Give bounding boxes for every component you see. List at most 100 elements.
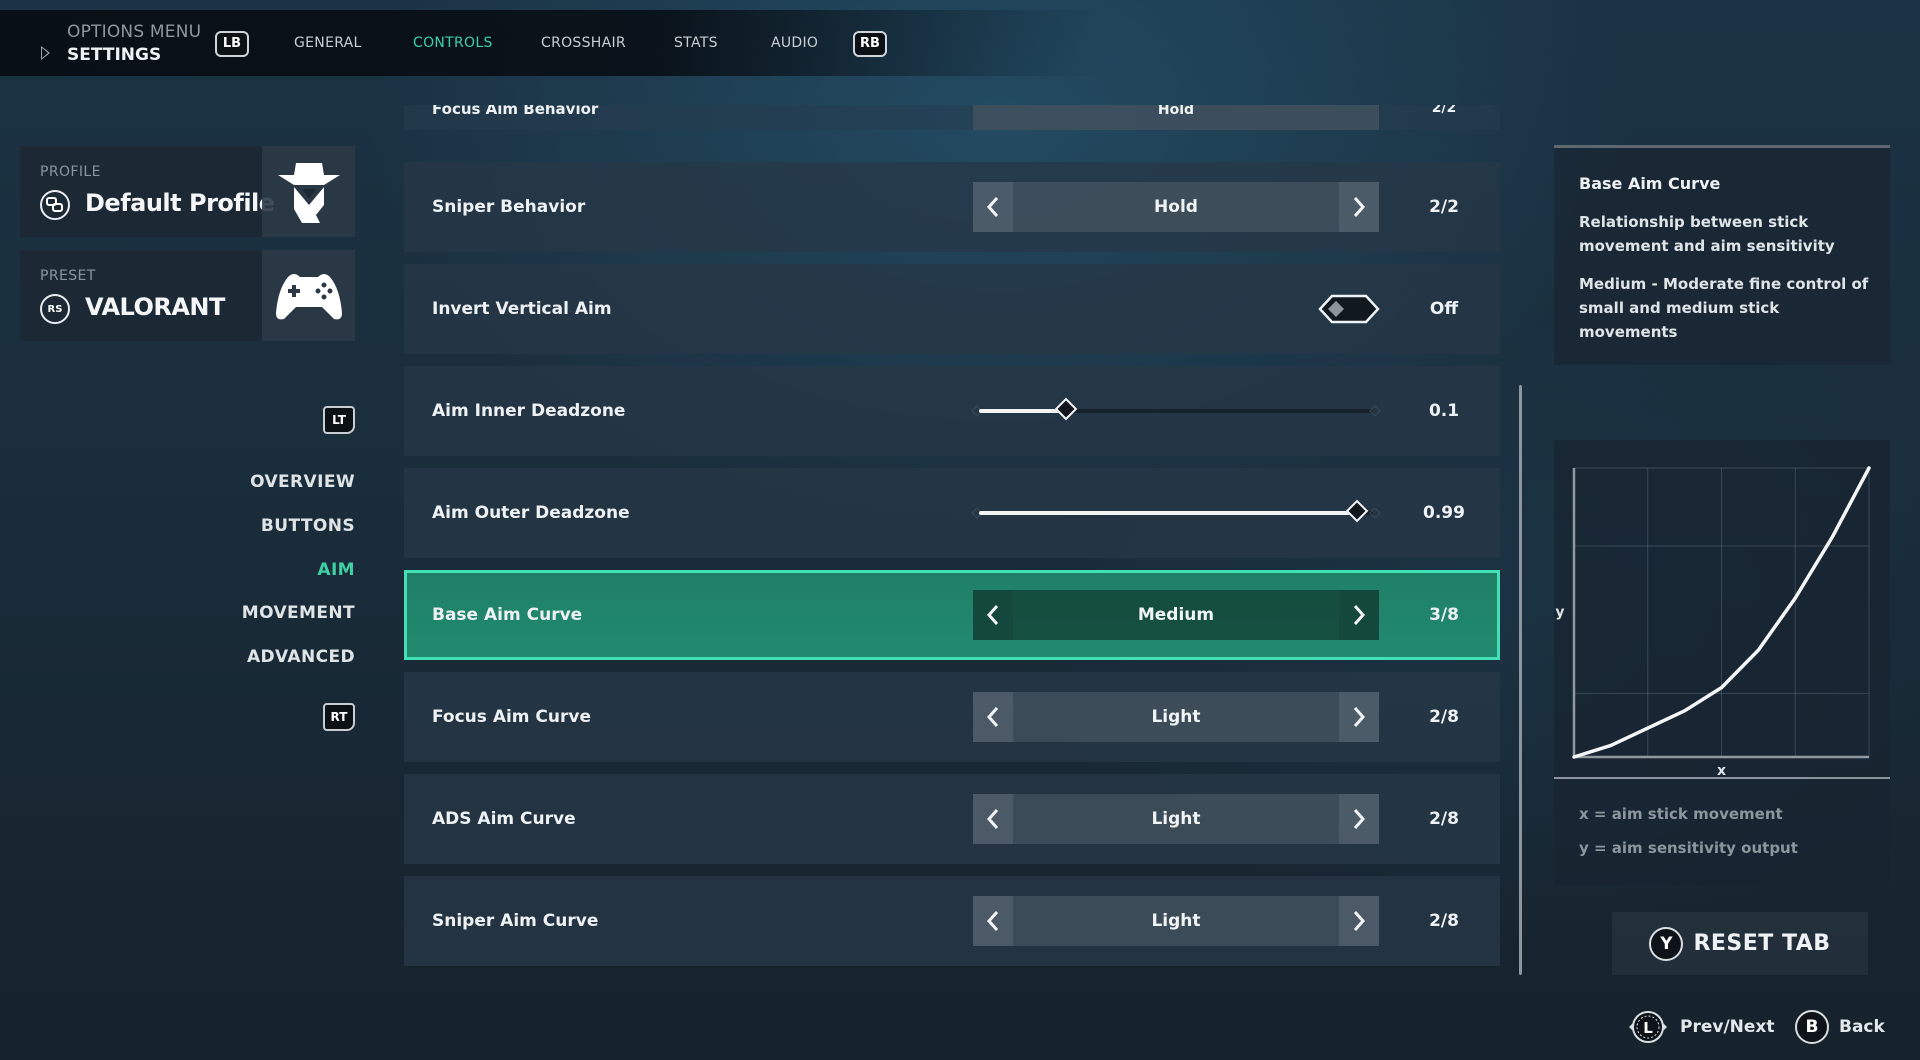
chevron-left-icon[interactable] <box>973 896 1013 946</box>
breadcrumb-parent: OPTIONS MENU <box>67 22 202 42</box>
settings-row-invert-vertical-aim[interactable]: Invert Vertical Aim Off <box>404 264 1500 354</box>
back-label: Back <box>1839 1017 1885 1037</box>
settings-row-sniper-aim-curve[interactable]: Sniper Aim Curve Light 2/8 <box>404 876 1500 966</box>
slider-fill <box>979 511 1358 515</box>
row-label: Invert Vertical Aim <box>432 299 612 319</box>
agent-hat-icon <box>262 146 355 237</box>
row-label: ADS Aim Curve <box>432 809 576 829</box>
option-selector[interactable]: Hold <box>973 182 1379 232</box>
profile-switch-icon <box>40 190 70 220</box>
option-selector[interactable]: Light <box>973 692 1379 742</box>
reset-tab-label: RESET TAB <box>1693 931 1831 956</box>
settings-row-aim-inner-deadzone[interactable]: Aim Inner Deadzone 0.1 <box>404 366 1500 456</box>
tab-stats[interactable]: STATS <box>674 35 718 51</box>
chart-legend-y: y = aim sensitivity output <box>1579 839 1798 857</box>
selector-value: Hold <box>1154 197 1198 217</box>
row-selector: Hold <box>973 102 1379 130</box>
slider[interactable] <box>971 397 1381 421</box>
row-count: 2/2 <box>1431 100 1457 116</box>
row-label: Sniper Aim Curve <box>432 911 599 931</box>
prev-next-hint[interactable]: L Prev/Next <box>1626 1010 1775 1044</box>
chevron-left-icon[interactable] <box>973 590 1013 640</box>
selector-value: Hold <box>1157 102 1195 118</box>
reset-tab-button[interactable]: Y RESET TAB <box>1612 912 1868 975</box>
option-selector[interactable]: Medium <box>973 590 1379 640</box>
prev-next-label: Prev/Next <box>1680 1017 1775 1037</box>
y-axis-label: y <box>1555 605 1564 621</box>
aim-curve-chart-panel: xy x = aim stick movement y = aim sensit… <box>1554 440 1890 885</box>
rs-button-icon: RS <box>40 294 70 324</box>
row-label: Focus Aim Behavior <box>432 100 599 118</box>
left-stick-icon: L <box>1629 1011 1667 1043</box>
slider-handle[interactable] <box>1054 397 1077 421</box>
tab-general[interactable]: GENERAL <box>294 35 362 51</box>
slider-handle[interactable] <box>1345 499 1369 523</box>
toggle-state: Off <box>1429 299 1459 319</box>
chevron-right-icon[interactable] <box>1339 794 1379 844</box>
preset-card[interactable]: PRESET RS VALORANT <box>20 250 355 341</box>
settings-row-base-aim-curve[interactable]: Base Aim Curve Medium 3/8 <box>404 570 1500 660</box>
l-stick-letter: L <box>1643 1019 1653 1037</box>
slider-value: 0.1 <box>1428 401 1460 421</box>
profile-label: PROFILE <box>40 164 101 180</box>
chevron-left-icon[interactable] <box>973 182 1013 232</box>
slider[interactable] <box>971 499 1381 523</box>
settings-row-ads-aim-curve[interactable]: ADS Aim Curve Light 2/8 <box>404 774 1500 864</box>
chevron-right-icon[interactable] <box>1339 590 1379 640</box>
row-label: Base Aim Curve <box>432 605 583 625</box>
breadcrumb-current: SETTINGS <box>67 45 162 65</box>
chevron-right-icon[interactable] <box>1339 896 1379 946</box>
gamepad-icon <box>262 250 355 341</box>
settings-row-aim-outer-deadzone[interactable]: Aim Outer Deadzone 0.99 <box>404 468 1500 558</box>
row-label: Aim Outer Deadzone <box>432 503 630 523</box>
row-label: Sniper Behavior <box>432 197 586 217</box>
chevron-left-icon[interactable] <box>973 794 1013 844</box>
option-selector[interactable]: Light <box>973 794 1379 844</box>
settings-scrollbar[interactable] <box>1519 385 1522 975</box>
rb-bumper-icon[interactable]: RB <box>853 31 887 57</box>
info-panel: Base Aim Curve Relationship between stic… <box>1554 145 1890 365</box>
selector-value: Light <box>1151 911 1201 931</box>
option-count: 2/2 <box>1429 197 1459 217</box>
tab-controls[interactable]: CONTROLS <box>413 35 493 51</box>
chevron-right-icon[interactable] <box>1339 692 1379 742</box>
chart-legend-x: x = aim stick movement <box>1579 805 1783 823</box>
subnav-buttons[interactable]: BUTTONS <box>261 516 355 536</box>
option-selector[interactable]: Light <box>973 896 1379 946</box>
preset-label: PRESET <box>40 268 96 284</box>
y-button-icon: Y <box>1649 926 1684 961</box>
preset-name: VALORANT <box>85 293 225 321</box>
subnav-aim[interactable]: AIM <box>317 560 355 580</box>
tab-crosshair[interactable]: CROSSHAIR <box>541 35 626 51</box>
option-count: 2/8 <box>1429 809 1459 829</box>
subnav-overview[interactable]: OVERVIEW <box>250 472 355 492</box>
tab-audio[interactable]: AUDIO <box>771 35 818 51</box>
b-button-icon: B <box>1795 1010 1829 1044</box>
info-detail: Medium - Moderate fine control of small … <box>1579 275 1869 341</box>
slider-fill <box>979 409 1066 413</box>
row-label: Focus Aim Curve <box>432 707 592 727</box>
lb-bumper-icon[interactable]: LB <box>215 31 249 57</box>
subnav-advanced[interactable]: ADVANCED <box>247 647 355 667</box>
row-label: Aim Inner Deadzone <box>432 401 626 421</box>
lt-trigger-icon[interactable]: LT <box>323 406 355 434</box>
profile-card[interactable]: PROFILE Default Profile <box>20 146 355 237</box>
back-hint[interactable]: B Back <box>1795 1010 1885 1044</box>
selector-value: Light <box>1151 809 1201 829</box>
subnav-movement[interactable]: MOVEMENT <box>242 603 355 623</box>
selector-value: Light <box>1151 707 1201 727</box>
settings-row-sniper-behavior[interactable]: Sniper Behavior Hold 2/2 <box>404 162 1500 252</box>
breadcrumb-arrow-icon <box>41 46 50 60</box>
slider-max-marker <box>1369 507 1381 519</box>
chevron-left-icon[interactable] <box>973 692 1013 742</box>
info-description: Relationship between stick movement and … <box>1579 213 1835 255</box>
slider-max-marker <box>1369 405 1381 417</box>
info-title: Base Aim Curve <box>1579 174 1721 193</box>
chevron-right-icon[interactable] <box>1339 182 1379 232</box>
toggle-switch[interactable] <box>1318 294 1380 324</box>
rt-trigger-icon[interactable]: RT <box>323 703 355 731</box>
aim-curve-chart: xy <box>1554 466 1890 779</box>
settings-row-focus-aim-curve[interactable]: Focus Aim Curve Light 2/8 <box>404 672 1500 762</box>
option-count: 3/8 <box>1429 605 1459 625</box>
option-count: 2/8 <box>1429 911 1459 931</box>
